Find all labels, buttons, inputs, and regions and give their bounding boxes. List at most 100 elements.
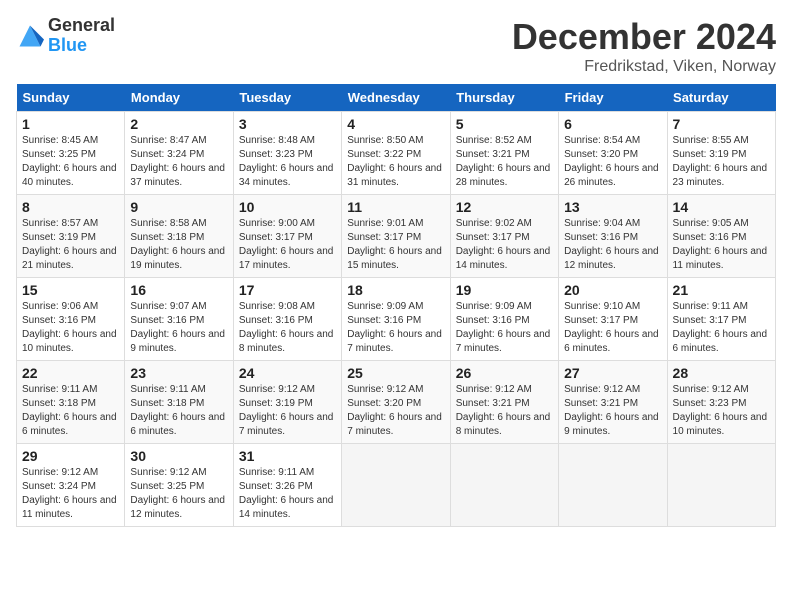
calendar-cell bbox=[559, 444, 667, 527]
day-info: Sunrise: 9:07 AMSunset: 3:16 PMDaylight:… bbox=[130, 300, 227, 356]
day-info: Sunrise: 8:45 AMSunset: 3:25 PMDaylight:… bbox=[22, 134, 119, 190]
day-number: 25 bbox=[347, 365, 444, 381]
day-number: 13 bbox=[564, 199, 661, 215]
title-area: December 2024 Fredrikstad, Viken, Norway bbox=[512, 16, 776, 76]
calendar-cell: 27 Sunrise: 9:12 AMSunset: 3:21 PMDayligh… bbox=[559, 361, 667, 444]
day-info: Sunrise: 9:12 AMSunset: 3:20 PMDaylight:… bbox=[347, 383, 444, 439]
calendar-cell: 5 Sunrise: 8:52 AMSunset: 3:21 PMDaylight… bbox=[450, 112, 558, 195]
day-info: Sunrise: 9:04 AMSunset: 3:16 PMDaylight:… bbox=[564, 217, 661, 273]
logo-icon bbox=[16, 22, 44, 50]
calendar-cell: 15Sunrise: 9:06 AMSunset: 3:16 PMDayligh… bbox=[17, 278, 125, 361]
logo-blue-text: Blue bbox=[48, 36, 115, 56]
day-number: 2 bbox=[130, 116, 227, 132]
week-row-5: 29 Sunrise: 9:12 AMSunset: 3:24 PMDayligh… bbox=[17, 444, 776, 527]
calendar-cell: 3 Sunrise: 8:48 AMSunset: 3:23 PMDaylight… bbox=[233, 112, 341, 195]
day-number: 30 bbox=[130, 448, 227, 464]
day-number: 31 bbox=[239, 448, 336, 464]
calendar-cell: 23 Sunrise: 9:11 AMSunset: 3:18 PMDayligh… bbox=[125, 361, 233, 444]
calendar-table: SundayMondayTuesdayWednesdayThursdayFrid… bbox=[16, 84, 776, 527]
calendar-cell: 8 Sunrise: 8:57 AMSunset: 3:19 PMDaylight… bbox=[17, 195, 125, 278]
day-info: Sunrise: 8:52 AMSunset: 3:21 PMDaylight:… bbox=[456, 134, 553, 190]
weekday-header-tuesday: Tuesday bbox=[233, 84, 341, 112]
calendar-cell: 1 Sunrise: 8:45 AMSunset: 3:25 PMDaylight… bbox=[17, 112, 125, 195]
location-title: Fredrikstad, Viken, Norway bbox=[512, 58, 776, 76]
week-row-3: 15Sunrise: 9:06 AMSunset: 3:16 PMDayligh… bbox=[17, 278, 776, 361]
day-number: 7 bbox=[673, 116, 770, 132]
day-number: 17 bbox=[239, 282, 336, 298]
day-info: Sunrise: 8:55 AMSunset: 3:19 PMDaylight:… bbox=[673, 134, 770, 190]
day-info: Sunrise: 9:12 AMSunset: 3:19 PMDaylight:… bbox=[239, 383, 336, 439]
day-number: 4 bbox=[347, 116, 444, 132]
calendar-cell: 10Sunrise: 9:00 AMSunset: 3:17 PMDayligh… bbox=[233, 195, 341, 278]
logo-text: General Blue bbox=[48, 16, 115, 56]
weekday-header-saturday: Saturday bbox=[667, 84, 775, 112]
month-title: December 2024 bbox=[512, 16, 776, 58]
day-info: Sunrise: 9:12 AMSunset: 3:23 PMDaylight:… bbox=[673, 383, 770, 439]
calendar-cell bbox=[342, 444, 450, 527]
day-info: Sunrise: 9:09 AMSunset: 3:16 PMDaylight:… bbox=[456, 300, 553, 356]
day-info: Sunrise: 8:54 AMSunset: 3:20 PMDaylight:… bbox=[564, 134, 661, 190]
calendar-cell: 28Sunrise: 9:12 AMSunset: 3:23 PMDayligh… bbox=[667, 361, 775, 444]
day-number: 16 bbox=[130, 282, 227, 298]
weekday-header-thursday: Thursday bbox=[450, 84, 558, 112]
page-header: General Blue December 2024 Fredrikstad, … bbox=[16, 16, 776, 76]
day-info: Sunrise: 9:08 AMSunset: 3:16 PMDaylight:… bbox=[239, 300, 336, 356]
day-number: 29 bbox=[22, 448, 119, 464]
calendar-cell: 17 Sunrise: 9:08 AMSunset: 3:16 PMDayligh… bbox=[233, 278, 341, 361]
day-info: Sunrise: 8:47 AMSunset: 3:24 PMDaylight:… bbox=[130, 134, 227, 190]
day-number: 11 bbox=[347, 199, 444, 215]
day-number: 23 bbox=[130, 365, 227, 381]
day-number: 8 bbox=[22, 199, 119, 215]
day-info: Sunrise: 9:12 AMSunset: 3:24 PMDaylight:… bbox=[22, 466, 119, 522]
calendar-cell: 11 Sunrise: 9:01 AMSunset: 3:17 PMDayligh… bbox=[342, 195, 450, 278]
day-info: Sunrise: 9:10 AMSunset: 3:17 PMDaylight:… bbox=[564, 300, 661, 356]
day-info: Sunrise: 9:12 AMSunset: 3:21 PMDaylight:… bbox=[564, 383, 661, 439]
calendar-cell: 19 Sunrise: 9:09 AMSunset: 3:16 PMDayligh… bbox=[450, 278, 558, 361]
day-info: Sunrise: 9:11 AMSunset: 3:17 PMDaylight:… bbox=[673, 300, 770, 356]
calendar-cell: 13 Sunrise: 9:04 AMSunset: 3:16 PMDayligh… bbox=[559, 195, 667, 278]
day-info: Sunrise: 9:12 AMSunset: 3:25 PMDaylight:… bbox=[130, 466, 227, 522]
day-info: Sunrise: 8:50 AMSunset: 3:22 PMDaylight:… bbox=[347, 134, 444, 190]
day-number: 3 bbox=[239, 116, 336, 132]
calendar-cell: 16 Sunrise: 9:07 AMSunset: 3:16 PMDayligh… bbox=[125, 278, 233, 361]
day-number: 22 bbox=[22, 365, 119, 381]
day-number: 27 bbox=[564, 365, 661, 381]
day-number: 10 bbox=[239, 199, 336, 215]
day-info: Sunrise: 9:11 AMSunset: 3:18 PMDaylight:… bbox=[130, 383, 227, 439]
calendar-cell: 24 Sunrise: 9:12 AMSunset: 3:19 PMDayligh… bbox=[233, 361, 341, 444]
day-number: 5 bbox=[456, 116, 553, 132]
calendar-cell: 21 Sunrise: 9:11 AMSunset: 3:17 PMDayligh… bbox=[667, 278, 775, 361]
calendar-cell: 2 Sunrise: 8:47 AMSunset: 3:24 PMDaylight… bbox=[125, 112, 233, 195]
day-info: Sunrise: 9:11 AMSunset: 3:26 PMDaylight:… bbox=[239, 466, 336, 522]
calendar-cell: 6 Sunrise: 8:54 AMSunset: 3:20 PMDaylight… bbox=[559, 112, 667, 195]
day-info: Sunrise: 9:01 AMSunset: 3:17 PMDaylight:… bbox=[347, 217, 444, 273]
weekday-header-friday: Friday bbox=[559, 84, 667, 112]
calendar-cell: 18Sunrise: 9:09 AMSunset: 3:16 PMDayligh… bbox=[342, 278, 450, 361]
day-info: Sunrise: 8:57 AMSunset: 3:19 PMDaylight:… bbox=[22, 217, 119, 273]
calendar-cell: 4 Sunrise: 8:50 AMSunset: 3:22 PMDaylight… bbox=[342, 112, 450, 195]
day-number: 26 bbox=[456, 365, 553, 381]
calendar-cell: 31 Sunrise: 9:11 AMSunset: 3:26 PMDayligh… bbox=[233, 444, 341, 527]
day-number: 9 bbox=[130, 199, 227, 215]
day-info: Sunrise: 8:58 AMSunset: 3:18 PMDaylight:… bbox=[130, 217, 227, 273]
calendar-cell bbox=[450, 444, 558, 527]
day-number: 1 bbox=[22, 116, 119, 132]
logo: General Blue bbox=[16, 16, 115, 56]
day-info: Sunrise: 8:48 AMSunset: 3:23 PMDaylight:… bbox=[239, 134, 336, 190]
day-number: 19 bbox=[456, 282, 553, 298]
day-number: 14 bbox=[673, 199, 770, 215]
day-number: 20 bbox=[564, 282, 661, 298]
week-row-1: 1 Sunrise: 8:45 AMSunset: 3:25 PMDaylight… bbox=[17, 112, 776, 195]
day-info: Sunrise: 9:05 AMSunset: 3:16 PMDaylight:… bbox=[673, 217, 770, 273]
day-number: 21 bbox=[673, 282, 770, 298]
calendar-cell: 14 Sunrise: 9:05 AMSunset: 3:16 PMDayligh… bbox=[667, 195, 775, 278]
calendar-cell: 20 Sunrise: 9:10 AMSunset: 3:17 PMDayligh… bbox=[559, 278, 667, 361]
logo-general-text: General bbox=[48, 16, 115, 36]
calendar-cell: 22Sunrise: 9:11 AMSunset: 3:18 PMDayligh… bbox=[17, 361, 125, 444]
day-number: 6 bbox=[564, 116, 661, 132]
day-info: Sunrise: 9:02 AMSunset: 3:17 PMDaylight:… bbox=[456, 217, 553, 273]
day-number: 24 bbox=[239, 365, 336, 381]
weekday-header-sunday: Sunday bbox=[17, 84, 125, 112]
day-info: Sunrise: 9:12 AMSunset: 3:21 PMDaylight:… bbox=[456, 383, 553, 439]
calendar-cell: 25 Sunrise: 9:12 AMSunset: 3:20 PMDayligh… bbox=[342, 361, 450, 444]
